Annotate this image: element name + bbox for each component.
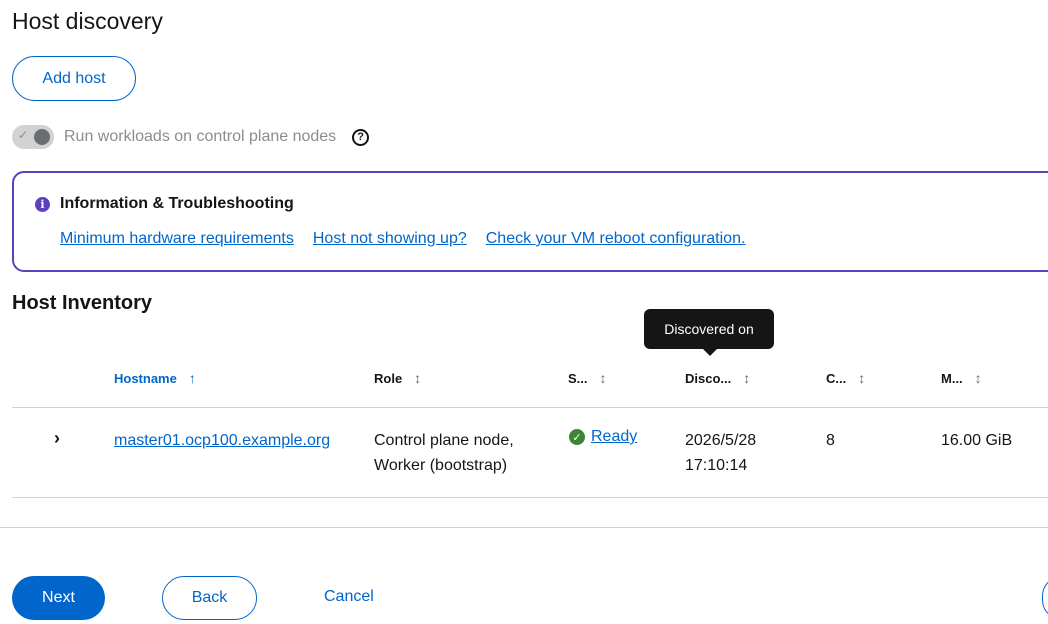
help-icon[interactable]: ? — [352, 128, 370, 146]
role-line: Worker (bootstrap) — [374, 457, 508, 474]
cancel-button[interactable]: Cancel — [324, 588, 374, 606]
switch-knob — [34, 129, 50, 145]
vm-reboot-config-link[interactable]: Check your VM reboot configuration. — [486, 230, 746, 248]
offscreen-button[interactable] — [1042, 576, 1048, 620]
column-label: S... — [568, 370, 588, 386]
page-title: Host discovery — [12, 8, 163, 34]
expand-row-chevron-icon[interactable]: › — [54, 428, 60, 449]
column-header-hostname[interactable]: Hostname ↑ — [114, 370, 196, 386]
role-line: Control plane node, — [374, 432, 514, 449]
memory-cell: 16.00 GiB — [941, 432, 1013, 449]
sort-icon: ↕ — [858, 370, 866, 386]
sort-icon: ↕ — [743, 370, 751, 386]
column-header-role[interactable]: Role ↕ — [374, 370, 421, 386]
table-row-divider — [12, 497, 1048, 498]
column-label: M... — [941, 370, 963, 386]
sort-icon: ↕ — [974, 370, 982, 386]
back-button[interactable]: Back — [162, 576, 257, 620]
sort-ascending-icon: ↑ — [188, 370, 196, 386]
hostname-link[interactable]: master01.ocp100.example.org — [114, 428, 330, 453]
column-label: Role — [374, 370, 403, 386]
discovered-on-tooltip: Discovered on — [644, 309, 774, 356]
alert-title: Information & Troubleshooting — [60, 195, 294, 212]
switch-label: Run workloads on control plane nodes — [64, 128, 337, 145]
min-hardware-requirements-link[interactable]: Minimum hardware requirements — [60, 230, 294, 248]
discovered-time: 17:10:14 — [685, 457, 748, 474]
sort-icon: ↕ — [414, 370, 422, 386]
column-label: C... — [826, 370, 847, 386]
discovered-date: 2026/5/28 — [685, 432, 757, 449]
check-circle-icon: ✓ — [569, 429, 585, 445]
footer-divider — [0, 527, 1048, 528]
table-header-divider — [12, 407, 1048, 408]
column-header-discovered[interactable]: Disco... ↕ — [685, 370, 750, 386]
alert-links: Minimum hardware requirements Host not s… — [60, 230, 745, 248]
sort-icon: ↕ — [599, 370, 607, 386]
host-not-showing-link[interactable]: Host not showing up? — [313, 230, 467, 248]
host-inventory-title: Host Inventory — [12, 292, 153, 314]
cpu-cell: 8 — [826, 432, 835, 449]
column-label: Disco... — [685, 370, 732, 386]
info-icon: i — [35, 197, 50, 212]
discovered-cell: 2026/5/28 17:10:14 — [685, 428, 756, 478]
control-plane-workloads-row: ✓ Run workloads on control plane nodes ? — [12, 124, 370, 150]
add-host-button[interactable]: Add host — [12, 56, 136, 101]
column-label: Hostname — [114, 370, 177, 386]
check-icon: ✓ — [18, 128, 29, 142]
column-header-memory[interactable]: M... ↕ — [941, 370, 982, 386]
role-cell: Control plane node, Worker (bootstrap) — [374, 428, 514, 478]
control-plane-workloads-switch[interactable]: ✓ — [12, 125, 54, 149]
column-header-status[interactable]: S... ↕ — [568, 370, 607, 386]
status-ready-link[interactable]: Ready — [591, 428, 637, 446]
status-cell: ✓ Ready — [569, 428, 637, 446]
info-troubleshooting-alert: i Information & Troubleshooting Minimum … — [12, 171, 1048, 272]
next-button[interactable]: Next — [12, 576, 105, 620]
column-header-cpu[interactable]: C... ↕ — [826, 370, 865, 386]
